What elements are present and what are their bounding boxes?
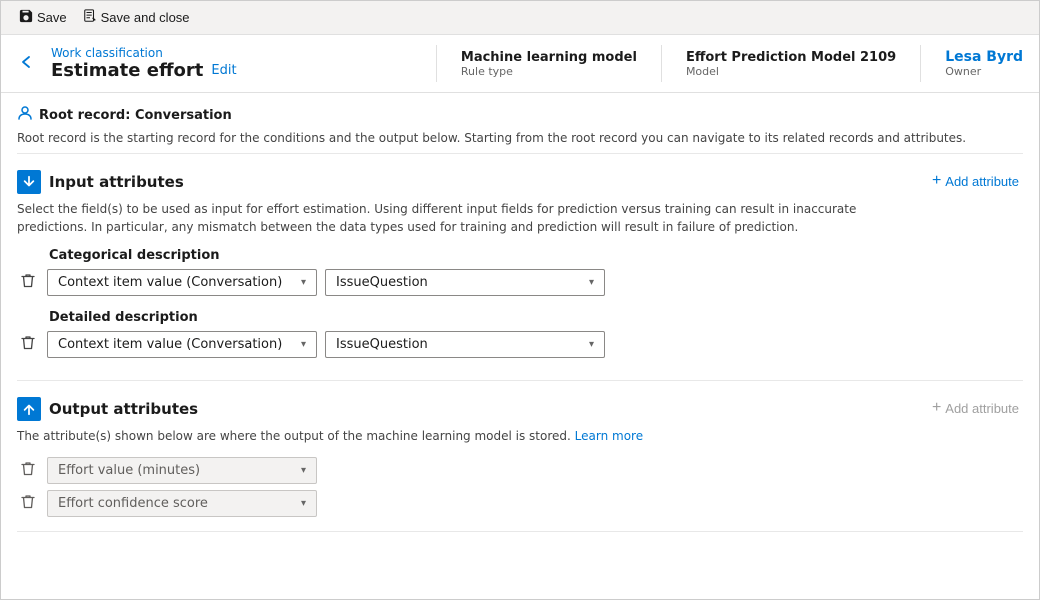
- page-title: Estimate effort: [51, 60, 203, 81]
- back-button[interactable]: [17, 45, 37, 82]
- page-header: Work classification Estimate effort Edit…: [1, 35, 1039, 93]
- detailed-description-label: Detailed description: [17, 310, 1023, 325]
- owner-block: Lesa Byrd Owner: [920, 45, 1023, 82]
- categorical-delete-button-1[interactable]: [17, 271, 39, 294]
- detailed-field2-value-1: IssueQuestion: [336, 337, 428, 352]
- trash-icon-4: [21, 497, 35, 513]
- root-record-static: Root record:: [39, 108, 130, 123]
- plus-icon: +: [932, 172, 941, 190]
- output-field1-chevron: ▾: [301, 465, 306, 476]
- back-arrow-icon: [17, 52, 37, 76]
- input-add-attribute-label: Add attribute: [945, 174, 1019, 189]
- detailed-field1-select-1[interactable]: Context item value (Conversation) ▾: [47, 331, 317, 358]
- save-close-label: Save and close: [101, 10, 190, 25]
- trash-icon-3: [21, 464, 35, 480]
- detailed-field1-value-1: Context item value (Conversation): [58, 337, 282, 352]
- breadcrumb[interactable]: Work classification: [51, 46, 436, 60]
- output-attributes-header: Output attributes + Add attribute: [17, 397, 1023, 421]
- detailed-field2-select-1[interactable]: IssueQuestion ▾: [325, 331, 605, 358]
- save-close-button[interactable]: Save and close: [77, 7, 196, 28]
- categorical-field1-chevron-1: ▾: [301, 277, 306, 288]
- rule-type-label: Rule type: [461, 65, 637, 78]
- root-record-label: Root record: Conversation: [39, 108, 232, 123]
- detailed-row-1: Context item value (Conversation) ▾ Issu…: [17, 331, 1023, 358]
- owner-name[interactable]: Lesa Byrd: [945, 49, 1023, 65]
- output-delete-button-2[interactable]: [17, 492, 39, 515]
- detailed-field2-chevron-1: ▾: [589, 339, 594, 350]
- output-plus-icon: +: [932, 399, 941, 417]
- input-attributes-title: Input attributes: [49, 173, 184, 191]
- categorical-row-1: Context item value (Conversation) ▾ Issu…: [17, 269, 1023, 296]
- input-add-attribute-button[interactable]: + Add attribute: [928, 170, 1023, 192]
- output-desc-text: The attribute(s) shown below are where t…: [17, 429, 571, 443]
- root-record-description: Root record is the starting record for t…: [17, 129, 1023, 147]
- toolbar: Save Save and close: [1, 1, 1039, 35]
- model-block: Effort Prediction Model 2109 Model: [661, 45, 920, 82]
- detailed-description-group: Detailed description Context item value …: [17, 310, 1023, 358]
- input-attributes-icon: [17, 170, 41, 194]
- categorical-description-group: Categorical description Context item val…: [17, 248, 1023, 296]
- output-field2-select: Effort confidence score ▾: [47, 490, 317, 517]
- output-attributes-icon: [17, 397, 41, 421]
- input-attributes-section: Input attributes + Add attribute Select …: [17, 154, 1023, 381]
- categorical-field2-value-1: IssueQuestion: [336, 275, 428, 290]
- header-meta: Machine learning model Rule type Effort …: [436, 45, 1023, 82]
- save-close-icon: [83, 9, 97, 26]
- page-title-row: Estimate effort Edit: [51, 60, 436, 81]
- root-record-type: Conversation: [135, 108, 232, 123]
- rule-type-block: Machine learning model Rule type: [436, 45, 661, 82]
- model-value: Effort Prediction Model 2109: [686, 50, 896, 65]
- root-record-icon: [17, 105, 33, 125]
- categorical-field1-select-1[interactable]: Context item value (Conversation) ▾: [47, 269, 317, 296]
- categorical-field1-value-1: Context item value (Conversation): [58, 275, 282, 290]
- owner-label: Owner: [945, 65, 1023, 78]
- output-delete-button-1[interactable]: [17, 459, 39, 482]
- detailed-field1-chevron-1: ▾: [301, 339, 306, 350]
- output-field1-select: Effort value (minutes) ▾: [47, 457, 317, 484]
- categorical-description-label: Categorical description: [17, 248, 1023, 263]
- root-record-title: Root record: Conversation: [17, 105, 1023, 125]
- trash-icon-2: [21, 338, 35, 354]
- save-button[interactable]: Save: [13, 7, 73, 28]
- root-record-section: Root record: Conversation Root record is…: [17, 93, 1023, 154]
- categorical-field2-chevron-1: ▾: [589, 277, 594, 288]
- output-attributes-description: The attribute(s) shown below are where t…: [17, 427, 867, 445]
- save-label: Save: [37, 10, 67, 25]
- header-main: Work classification Estimate effort Edit: [51, 45, 436, 82]
- model-label: Model: [686, 65, 896, 78]
- output-row-2: Effort confidence score ▾: [17, 490, 1023, 517]
- edit-link[interactable]: Edit: [211, 63, 236, 78]
- input-attributes-header: Input attributes + Add attribute: [17, 170, 1023, 194]
- trash-icon: [21, 276, 35, 292]
- output-field2-value: Effort confidence score: [58, 496, 208, 511]
- output-row-1: Effort value (minutes) ▾: [17, 457, 1023, 484]
- output-attributes-section: Output attributes + Add attribute The at…: [17, 381, 1023, 532]
- input-attributes-title-block: Input attributes: [17, 170, 184, 194]
- rule-type-value: Machine learning model: [461, 50, 637, 65]
- output-field2-chevron: ▾: [301, 498, 306, 509]
- learn-more-link[interactable]: Learn more: [575, 429, 643, 443]
- output-attributes-title: Output attributes: [49, 400, 198, 418]
- content-area: Root record: Conversation Root record is…: [1, 93, 1039, 577]
- output-attributes-title-block: Output attributes: [17, 397, 198, 421]
- input-attributes-description: Select the field(s) to be used as input …: [17, 200, 867, 236]
- categorical-field2-select-1[interactable]: IssueQuestion ▾: [325, 269, 605, 296]
- output-add-attribute-label: Add attribute: [945, 401, 1019, 416]
- detailed-delete-button-1[interactable]: [17, 333, 39, 356]
- save-icon: [19, 9, 33, 26]
- output-field1-value: Effort value (minutes): [58, 463, 200, 478]
- output-add-attribute-button: + Add attribute: [928, 397, 1023, 419]
